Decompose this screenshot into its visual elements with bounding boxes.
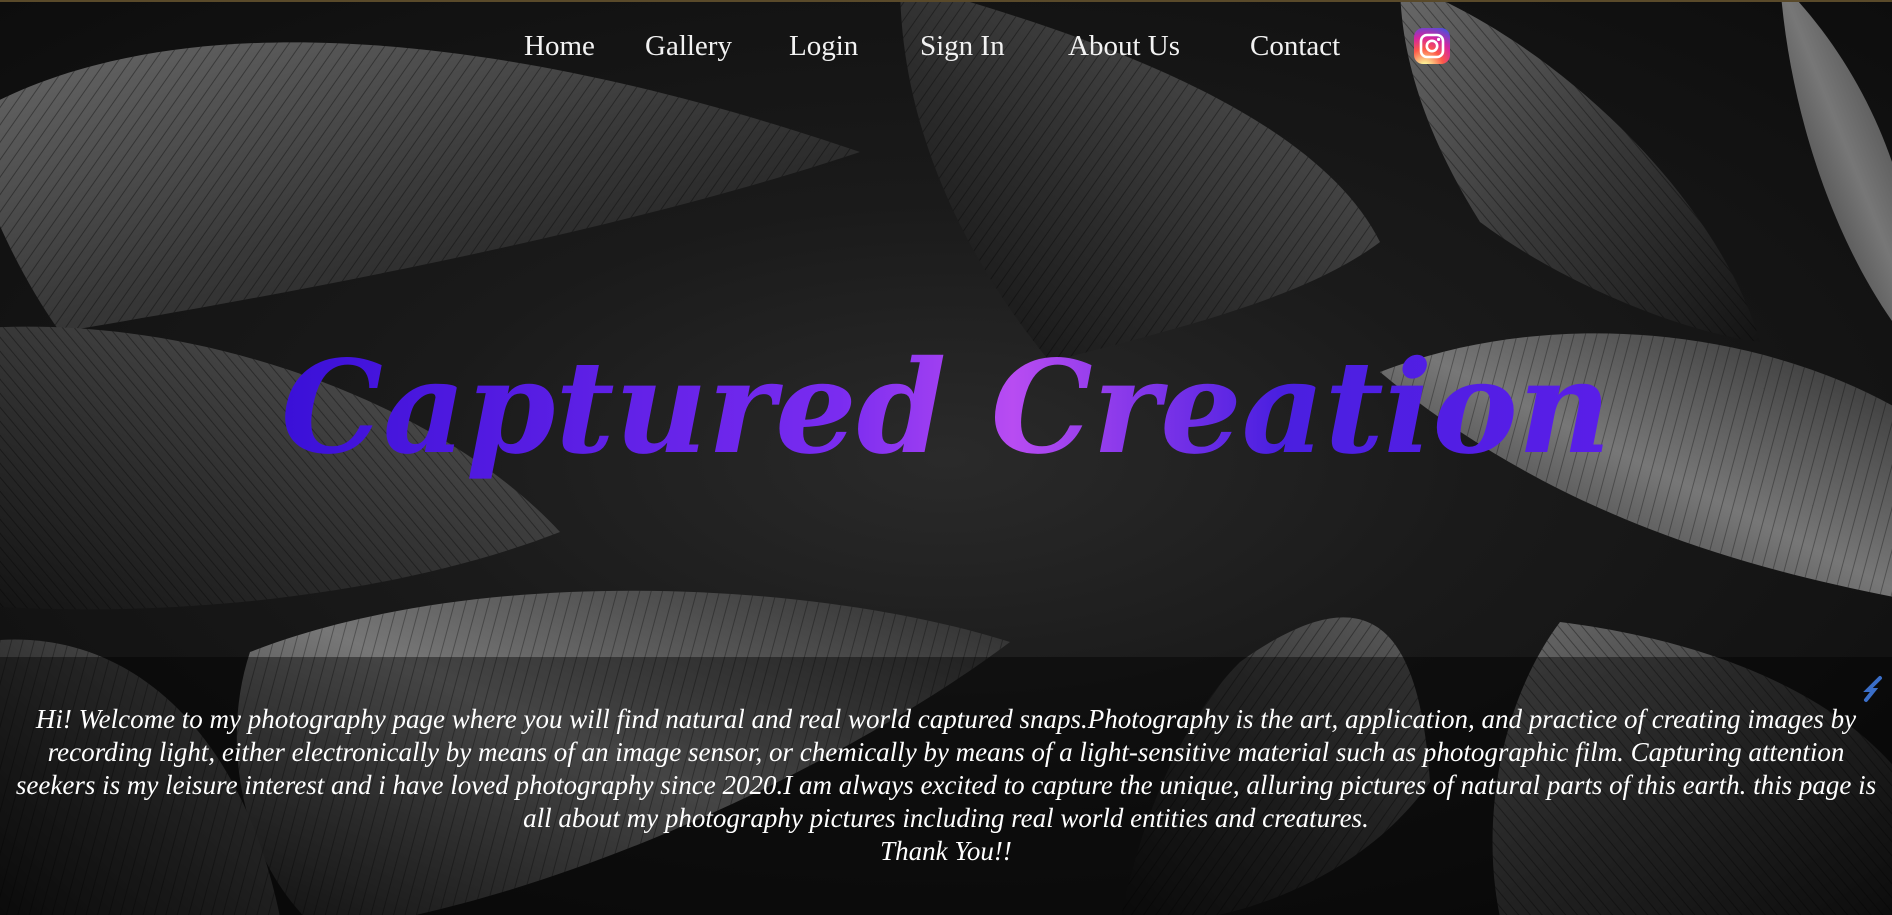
scroll-indicator-icon[interactable] [1862,674,1886,704]
nav-sign-in-link[interactable]: Sign In [920,28,1005,64]
nav-gallery-link[interactable]: Gallery [645,28,732,64]
site-title: Captured Creation [0,312,1892,512]
instagram-icon[interactable] [1414,28,1450,64]
thank-you-text: Thank You!! [880,836,1012,866]
about-section: Hi! Welcome to my photography page where… [0,657,1892,915]
nav-about-us-link[interactable]: About Us [1068,28,1180,64]
site-title-text: Captured Creation [281,333,1611,483]
welcome-paragraph: Hi! Welcome to my photography page where… [15,704,1877,833]
about-text-block: Hi! Welcome to my photography page where… [12,703,1880,868]
hero-section: Home Gallery Login Sign In About Us Cont… [0,0,1892,915]
nav-login-link[interactable]: Login [789,28,858,64]
top-navigation: Home Gallery Login Sign In About Us Cont… [0,24,1892,72]
nav-home-link[interactable]: Home [524,28,595,64]
nav-contact-link[interactable]: Contact [1250,28,1340,64]
